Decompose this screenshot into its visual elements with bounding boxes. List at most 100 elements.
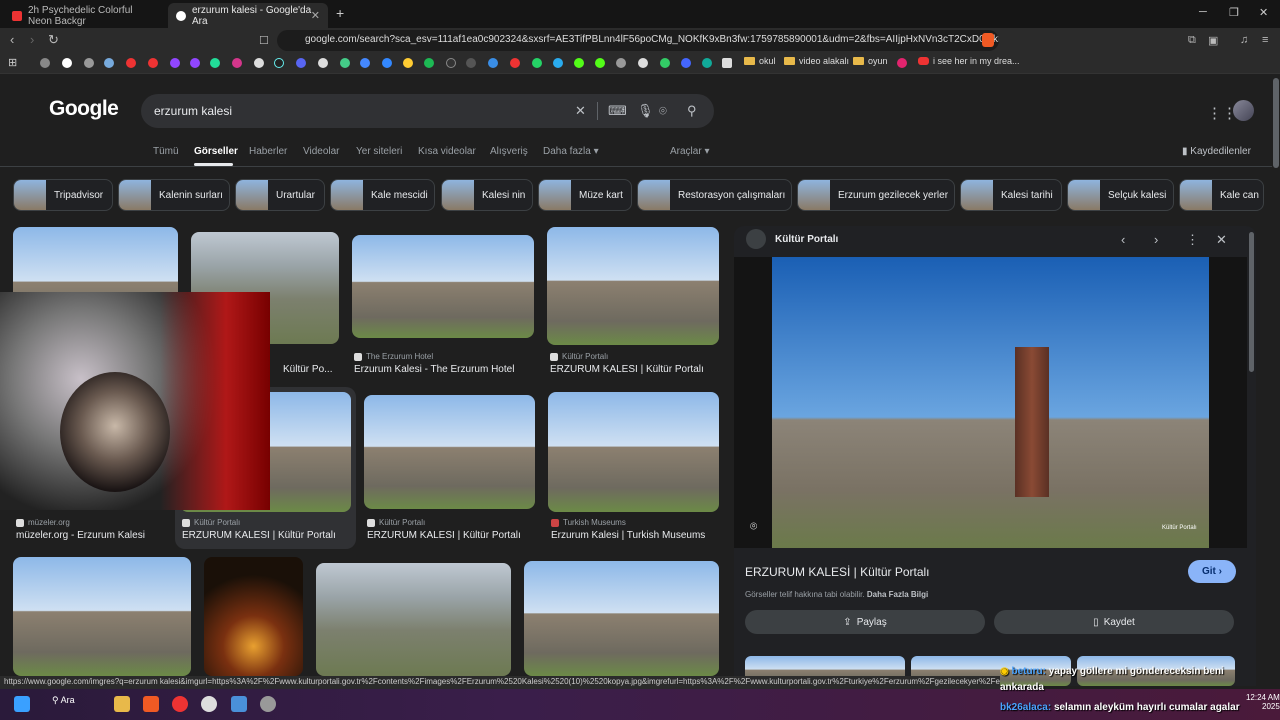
result-title[interactable]: ERZURUM KALESİ | Kültür Portalı: [182, 530, 336, 541]
tab-videos[interactable]: Videolar: [303, 146, 340, 157]
browser-tab-youtube[interactable]: 2h Psychedelic Colorful Neon Backgr: [4, 3, 164, 28]
bookmark-icon[interactable]: [318, 58, 328, 68]
back-icon[interactable]: ‹: [10, 32, 14, 47]
bookmark-youtube-icon[interactable]: [148, 58, 158, 68]
app-icon[interactable]: [260, 696, 276, 712]
bookmark-discord-icon[interactable]: [296, 58, 306, 68]
tab-short-videos[interactable]: Kısa videolar: [418, 146, 476, 157]
image-result[interactable]: [316, 563, 511, 676]
result-title[interactable]: Erzurum Kalesi - The Erzurum Hotel: [354, 364, 514, 375]
keyboard-icon[interactable]: ⌨: [608, 103, 627, 119]
file-explorer-icon[interactable]: [114, 696, 130, 712]
bookmark-icon[interactable]: [104, 58, 114, 68]
image-result[interactable]: [204, 557, 303, 676]
restore-icon[interactable]: ❐: [1229, 6, 1239, 19]
result-title[interactable]: ERZURUM KALESİ | Kültür Portalı: [367, 530, 521, 541]
search-icon[interactable]: ⚲: [687, 103, 697, 119]
tools-button[interactable]: Araçlar ▾: [670, 146, 710, 157]
extensions-icon[interactable]: ⧉: [1188, 34, 1196, 47]
image-result[interactable]: [352, 235, 534, 338]
chip-urartular[interactable]: Urartular: [235, 179, 325, 211]
bookmark-icon[interactable]: ☐: [259, 34, 269, 47]
brave-icon[interactable]: [143, 696, 159, 712]
image-result[interactable]: [547, 227, 719, 345]
bookmark-twitch-icon[interactable]: [190, 58, 200, 68]
previous-icon[interactable]: ‹: [1121, 232, 1125, 247]
bookmark-icon[interactable]: [446, 58, 456, 68]
image-result[interactable]: [548, 392, 719, 512]
close-icon[interactable]: ✕: [1216, 232, 1227, 248]
bookmark-icon[interactable]: [702, 58, 712, 68]
panel-scrollbar[interactable]: [1249, 232, 1254, 372]
more-options-icon[interactable]: ⋮: [1186, 232, 1199, 248]
sidebar-icon[interactable]: ▣: [1208, 34, 1218, 47]
bookmark-whatsapp-icon[interactable]: [532, 58, 542, 68]
chip-muze-kart[interactable]: Müze kart: [538, 179, 632, 211]
bookmark-kick-icon[interactable]: [574, 58, 584, 68]
chip-selcuk-kalesi[interactable]: Selçuk kalesi: [1067, 179, 1174, 211]
image-result[interactable]: [524, 561, 719, 676]
image-result[interactable]: [364, 395, 535, 509]
search-box[interactable]: erzurum kalesi ✕ ⌨ 🎙 ⌾ ⚲: [141, 94, 714, 128]
bookmark-twitch-icon[interactable]: [170, 58, 180, 68]
bookmark-icon[interactable]: [360, 58, 370, 68]
search-input[interactable]: erzurum kalesi: [154, 104, 232, 118]
tab-news[interactable]: Haberler: [249, 146, 287, 157]
chip-restorasyon[interactable]: Restorasyon çalışmaları: [637, 179, 792, 211]
scrollbar-thumb[interactable]: [1273, 78, 1279, 168]
bookmark-folder-okul[interactable]: okul: [744, 56, 776, 66]
bookmark-icon[interactable]: [616, 58, 626, 68]
save-button[interactable]: ▯ Kaydet: [994, 610, 1234, 634]
result-title[interactable]: Erzurum Kalesi | Turkish Museums: [551, 530, 705, 541]
bookmark-github-icon[interactable]: [466, 58, 476, 68]
bookmark-x-icon[interactable]: [254, 58, 264, 68]
bookmark-icon[interactable]: [638, 58, 648, 68]
tab-images[interactable]: Görseller: [194, 146, 238, 157]
bookmark-icon[interactable]: [84, 58, 94, 68]
bookmark-telegram-icon[interactable]: [553, 58, 563, 68]
chip-kale-mescidi[interactable]: Kale mescidi: [330, 179, 435, 211]
bookmark-tiktok-icon[interactable]: [274, 58, 284, 68]
avatar[interactable]: [1233, 100, 1254, 121]
share-button[interactable]: ⇪ Paylaş: [745, 610, 985, 634]
bookmark-icon[interactable]: [660, 58, 670, 68]
chip-tripadvisor[interactable]: Tripadvisor: [13, 179, 113, 211]
result-title[interactable]: Kültür Po...: [283, 364, 341, 375]
chip-kale-can[interactable]: Kale can: [1179, 179, 1264, 211]
tab-shopping[interactable]: Alışveriş: [490, 146, 528, 157]
result-title[interactable]: ERZURUM KALESİ | Kültür Portalı: [550, 364, 704, 375]
tab-web[interactable]: Yer siteleri: [356, 146, 402, 157]
bookmark-folder-video[interactable]: video alakalı: [784, 56, 849, 66]
bookmark-youtube-icon[interactable]: [126, 58, 136, 68]
bookmark-instagram-icon[interactable]: [232, 58, 242, 68]
google-logo[interactable]: Google: [49, 97, 119, 121]
apps-grid-icon[interactable]: ⊞: [8, 56, 17, 69]
bookmark-icon[interactable]: [722, 58, 732, 68]
lens-search-icon[interactable]: ⌾: [750, 519, 757, 534]
forward-icon[interactable]: ›: [30, 32, 34, 47]
bookmark-icon[interactable]: [340, 58, 350, 68]
bookmark-history-icon[interactable]: [40, 58, 50, 68]
microphone-icon[interactable]: 🎙: [637, 103, 654, 119]
preview-title[interactable]: ERZURUM KALESİ | Kültür Portalı: [745, 565, 930, 579]
windows-start-icon[interactable]: [14, 696, 30, 712]
photos-icon[interactable]: [231, 696, 247, 712]
bookmark-icon[interactable]: [488, 58, 498, 68]
youtube-music-icon[interactable]: [172, 696, 188, 712]
media-icon[interactable]: ♫: [1240, 34, 1248, 46]
bookmark-icon[interactable]: [210, 58, 220, 68]
bookmark-spotify-icon[interactable]: [424, 58, 434, 68]
result-title[interactable]: müzeler.org - Erzurum Kalesi: [16, 530, 145, 541]
saved-button[interactable]: ▮ Kaydedilenler: [1182, 146, 1251, 157]
chip-kalesi-tarihi[interactable]: Kalesi tarihi: [960, 179, 1062, 211]
bookmark-youtube-video[interactable]: i see her in my drea...: [918, 56, 1020, 66]
minimize-icon[interactable]: ─: [1199, 6, 1207, 18]
bookmark-icon[interactable]: [510, 58, 520, 68]
lens-icon[interactable]: ⌾: [659, 103, 667, 119]
reload-icon[interactable]: ↻: [48, 32, 59, 48]
visit-button[interactable]: Git ›: [1188, 560, 1236, 583]
bookmark-drive-icon[interactable]: [403, 58, 413, 68]
tab-more[interactable]: Daha fazla ▾: [543, 146, 599, 157]
chip-kalenin-surlari[interactable]: Kalenin surları: [118, 179, 230, 211]
clear-icon[interactable]: ✕: [575, 103, 586, 119]
